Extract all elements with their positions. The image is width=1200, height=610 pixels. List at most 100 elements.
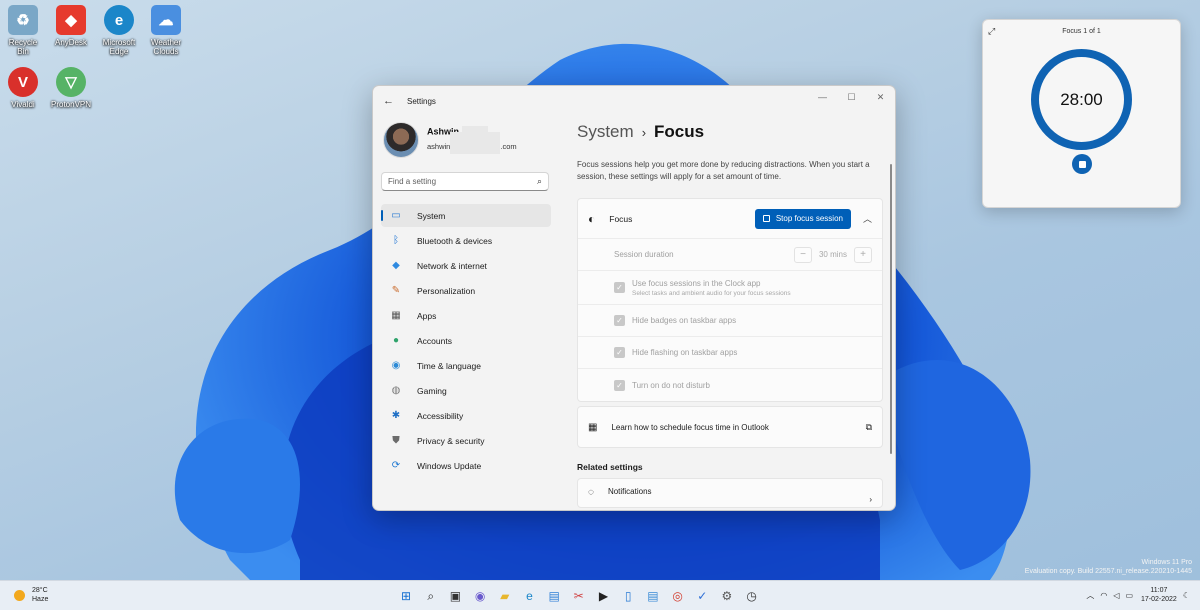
option-row[interactable]: ✓ Hide flashing on taskbar apps bbox=[578, 337, 882, 369]
search-input[interactable]: Find a setting ⌕ bbox=[381, 172, 549, 191]
breadcrumb-separator: › bbox=[641, 125, 647, 140]
increment-button[interactable]: + bbox=[854, 246, 872, 263]
system-icon: ▭ bbox=[391, 210, 401, 221]
todo-icon[interactable]: ✓ bbox=[692, 586, 712, 606]
option-row[interactable]: ✓ Hide badges on taskbar apps bbox=[578, 305, 882, 337]
phone-icon[interactable]: ▯ bbox=[618, 586, 638, 606]
battery-icon[interactable]: ▭ bbox=[1125, 591, 1133, 600]
desktop-icon-label: ProtonVPN bbox=[51, 100, 92, 109]
sidebar-item-accessibility[interactable]: ✱ Accessibility bbox=[381, 404, 551, 427]
option-label: Hide badges on taskbar apps bbox=[632, 316, 737, 325]
learn-outlook-link[interactable]: ▦ Learn how to schedule focus time in Ou… bbox=[577, 406, 883, 448]
focus-header-row[interactable]: ◐ Focus Stop focus session ︿ bbox=[578, 199, 882, 239]
sidebar-item-gaming[interactable]: ◍ Gaming bbox=[381, 379, 551, 402]
minimize-icon[interactable]: — bbox=[808, 86, 837, 108]
desktop-icon-recycle-bin[interactable]: ♻ Recycle Bin bbox=[3, 5, 43, 56]
session-duration-row: Session duration − 30 mins + bbox=[578, 239, 882, 271]
notepad-icon[interactable]: ▤ bbox=[643, 586, 663, 606]
chrome-icon[interactable]: ◎ bbox=[668, 586, 688, 606]
close-icon[interactable]: ✕ bbox=[866, 86, 895, 108]
page-description: Focus sessions help you get more done by… bbox=[577, 160, 870, 181]
sidebar-item-apps[interactable]: ▦ Apps bbox=[381, 304, 551, 327]
volume-icon[interactable]: ◁ bbox=[1113, 591, 1119, 600]
checkbox[interactable]: ✓ bbox=[614, 379, 625, 391]
wifi-icon[interactable]: ◠ bbox=[1100, 591, 1107, 600]
sidebar-item-label: Network & internet bbox=[417, 260, 487, 271]
taskbar-apps: ⊞ ⌕ ▣ ◉ ▰ e ▤ ✂ ▶ ▯ ▤ ◎ ✓ ⚙ ◷ bbox=[396, 586, 766, 606]
sidebar-item-label: Apps bbox=[417, 310, 437, 321]
focus-card: ◐ Focus Stop focus session ︿ Session dur… bbox=[577, 198, 883, 402]
settings-window: ← Settings — ☐ ✕ Ashwin ashwin .com Find … bbox=[372, 85, 896, 511]
chevron-up-icon[interactable]: ︿ bbox=[863, 212, 872, 225]
settings-icon[interactable]: ⚙ bbox=[717, 586, 737, 606]
sidebar-item-windows-update[interactable]: ⟳ Windows Update bbox=[381, 454, 551, 477]
start-icon[interactable]: ⊞ bbox=[396, 586, 416, 606]
focus-widget-title: Focus 1 of 1 bbox=[1062, 28, 1101, 35]
sidebar-item-label: Bluetooth & devices bbox=[417, 235, 493, 246]
search-icon[interactable]: ⌕ bbox=[537, 176, 542, 187]
option-label: Hide flashing on taskbar apps bbox=[632, 348, 738, 357]
system-tray: ︿ ◠ ◁ ▭ 11:07 17-02-2022 ☾ bbox=[1086, 586, 1190, 604]
external-link-icon: ⧉ bbox=[865, 421, 872, 432]
sidebar-item-label: Gaming bbox=[417, 385, 447, 396]
sidebar-item-accounts[interactable]: ● Accounts bbox=[381, 329, 551, 352]
checkbox[interactable]: ✓ bbox=[614, 315, 625, 326]
search-icon[interactable]: ⌕ bbox=[421, 586, 441, 606]
option-row[interactable]: ✓ Turn on do not disturb bbox=[578, 369, 882, 401]
shield-icon: ⛊ bbox=[392, 435, 400, 446]
sidebar-item-label: System bbox=[417, 210, 446, 221]
scrollbar[interactable] bbox=[890, 164, 892, 454]
desktop-icon-label: Weather Clouds bbox=[150, 38, 182, 56]
file-explorer-icon[interactable]: ▰ bbox=[495, 586, 515, 606]
desktop-icon-vivaldi[interactable]: V Vivaldi bbox=[3, 67, 43, 109]
sidebar-item-network-internet[interactable]: ◆ Network & internet bbox=[381, 254, 551, 277]
chat-icon[interactable]: ◉ bbox=[470, 586, 490, 606]
session-duration-stepper: − 30 mins + bbox=[793, 246, 872, 263]
edge-icon: e bbox=[104, 5, 134, 35]
back-arrow-icon[interactable]: ← bbox=[383, 95, 394, 107]
sidebar-item-personalization[interactable]: ✎ Personalization bbox=[381, 279, 551, 302]
decrement-button[interactable]: − bbox=[793, 246, 812, 263]
focus-timer-ring: 28:00 bbox=[1031, 49, 1132, 150]
user-profile[interactable]: Ashwin ashwin .com bbox=[381, 118, 551, 162]
store-icon[interactable]: ▤ bbox=[544, 586, 564, 606]
media-icon[interactable]: ▶ bbox=[594, 586, 614, 606]
maximize-icon[interactable]: ☐ bbox=[837, 86, 866, 108]
wifi-icon: ◆ bbox=[392, 260, 400, 271]
edge-icon[interactable]: e bbox=[519, 586, 539, 606]
checkbox[interactable]: ✓ bbox=[614, 347, 625, 358]
snipping-icon[interactable]: ✂ bbox=[569, 586, 589, 606]
desktop-icon-label: AnyDesk bbox=[54, 38, 87, 47]
stop-icon bbox=[1078, 160, 1086, 168]
bell-icon: ◌ bbox=[588, 487, 594, 498]
breadcrumb-parent[interactable]: System bbox=[577, 122, 634, 141]
desktop-icon-protonvpn[interactable]: ▽ ProtonVPN bbox=[51, 67, 91, 109]
expand-icon[interactable]: ⤢ bbox=[988, 26, 995, 37]
desktop-icon-anydesk[interactable]: ◆ AnyDesk bbox=[51, 5, 91, 47]
focus-widget: ⤢ Focus 1 of 1 28:00 bbox=[982, 19, 1181, 208]
clock-app-icon[interactable]: ◷ bbox=[742, 586, 762, 606]
desktop-icon-weather[interactable]: ☁ Weather Clouds bbox=[146, 5, 186, 56]
sidebar-item-privacy-security[interactable]: ⛊ Privacy & security bbox=[381, 429, 551, 452]
checkbox[interactable]: ✓ bbox=[614, 282, 625, 293]
sidebar-item-label: Accounts bbox=[417, 335, 452, 346]
profile-email-suffix: .com bbox=[500, 141, 517, 151]
stop-focus-session-button[interactable]: Stop focus session bbox=[754, 208, 851, 229]
task-view-icon[interactable]: ▣ bbox=[445, 586, 465, 606]
option-row[interactable]: ✓ Use focus sessions in the Clock app Se… bbox=[578, 271, 882, 305]
focus-assist-icon[interactable]: ☾ bbox=[1183, 591, 1190, 600]
sidebar-item-bluetooth-devices[interactable]: ᛒ Bluetooth & devices bbox=[381, 229, 551, 252]
sidebar-item-time-language[interactable]: ◉ Time & language bbox=[381, 354, 551, 377]
chevron-up-icon[interactable]: ︿ bbox=[1086, 590, 1094, 601]
notifications-item[interactable]: ◌ Notifications › bbox=[577, 478, 883, 508]
desktop-icon-edge[interactable]: e Microsoft Edge bbox=[99, 5, 139, 56]
vivaldi-icon: V bbox=[8, 67, 38, 97]
clock[interactable]: 11:07 17-02-2022 bbox=[1141, 586, 1177, 604]
accessibility-icon: ✱ bbox=[391, 410, 401, 421]
weather-widget[interactable]: 28°C Haze bbox=[14, 586, 48, 604]
sidebar-item-system[interactable]: ▭ System bbox=[381, 204, 551, 227]
focus-widget-stop-button[interactable] bbox=[1072, 154, 1092, 174]
bluetooth-icon: ᛒ bbox=[393, 235, 399, 246]
related-settings-heading: Related settings bbox=[577, 462, 643, 472]
anydesk-icon: ◆ bbox=[56, 5, 86, 35]
